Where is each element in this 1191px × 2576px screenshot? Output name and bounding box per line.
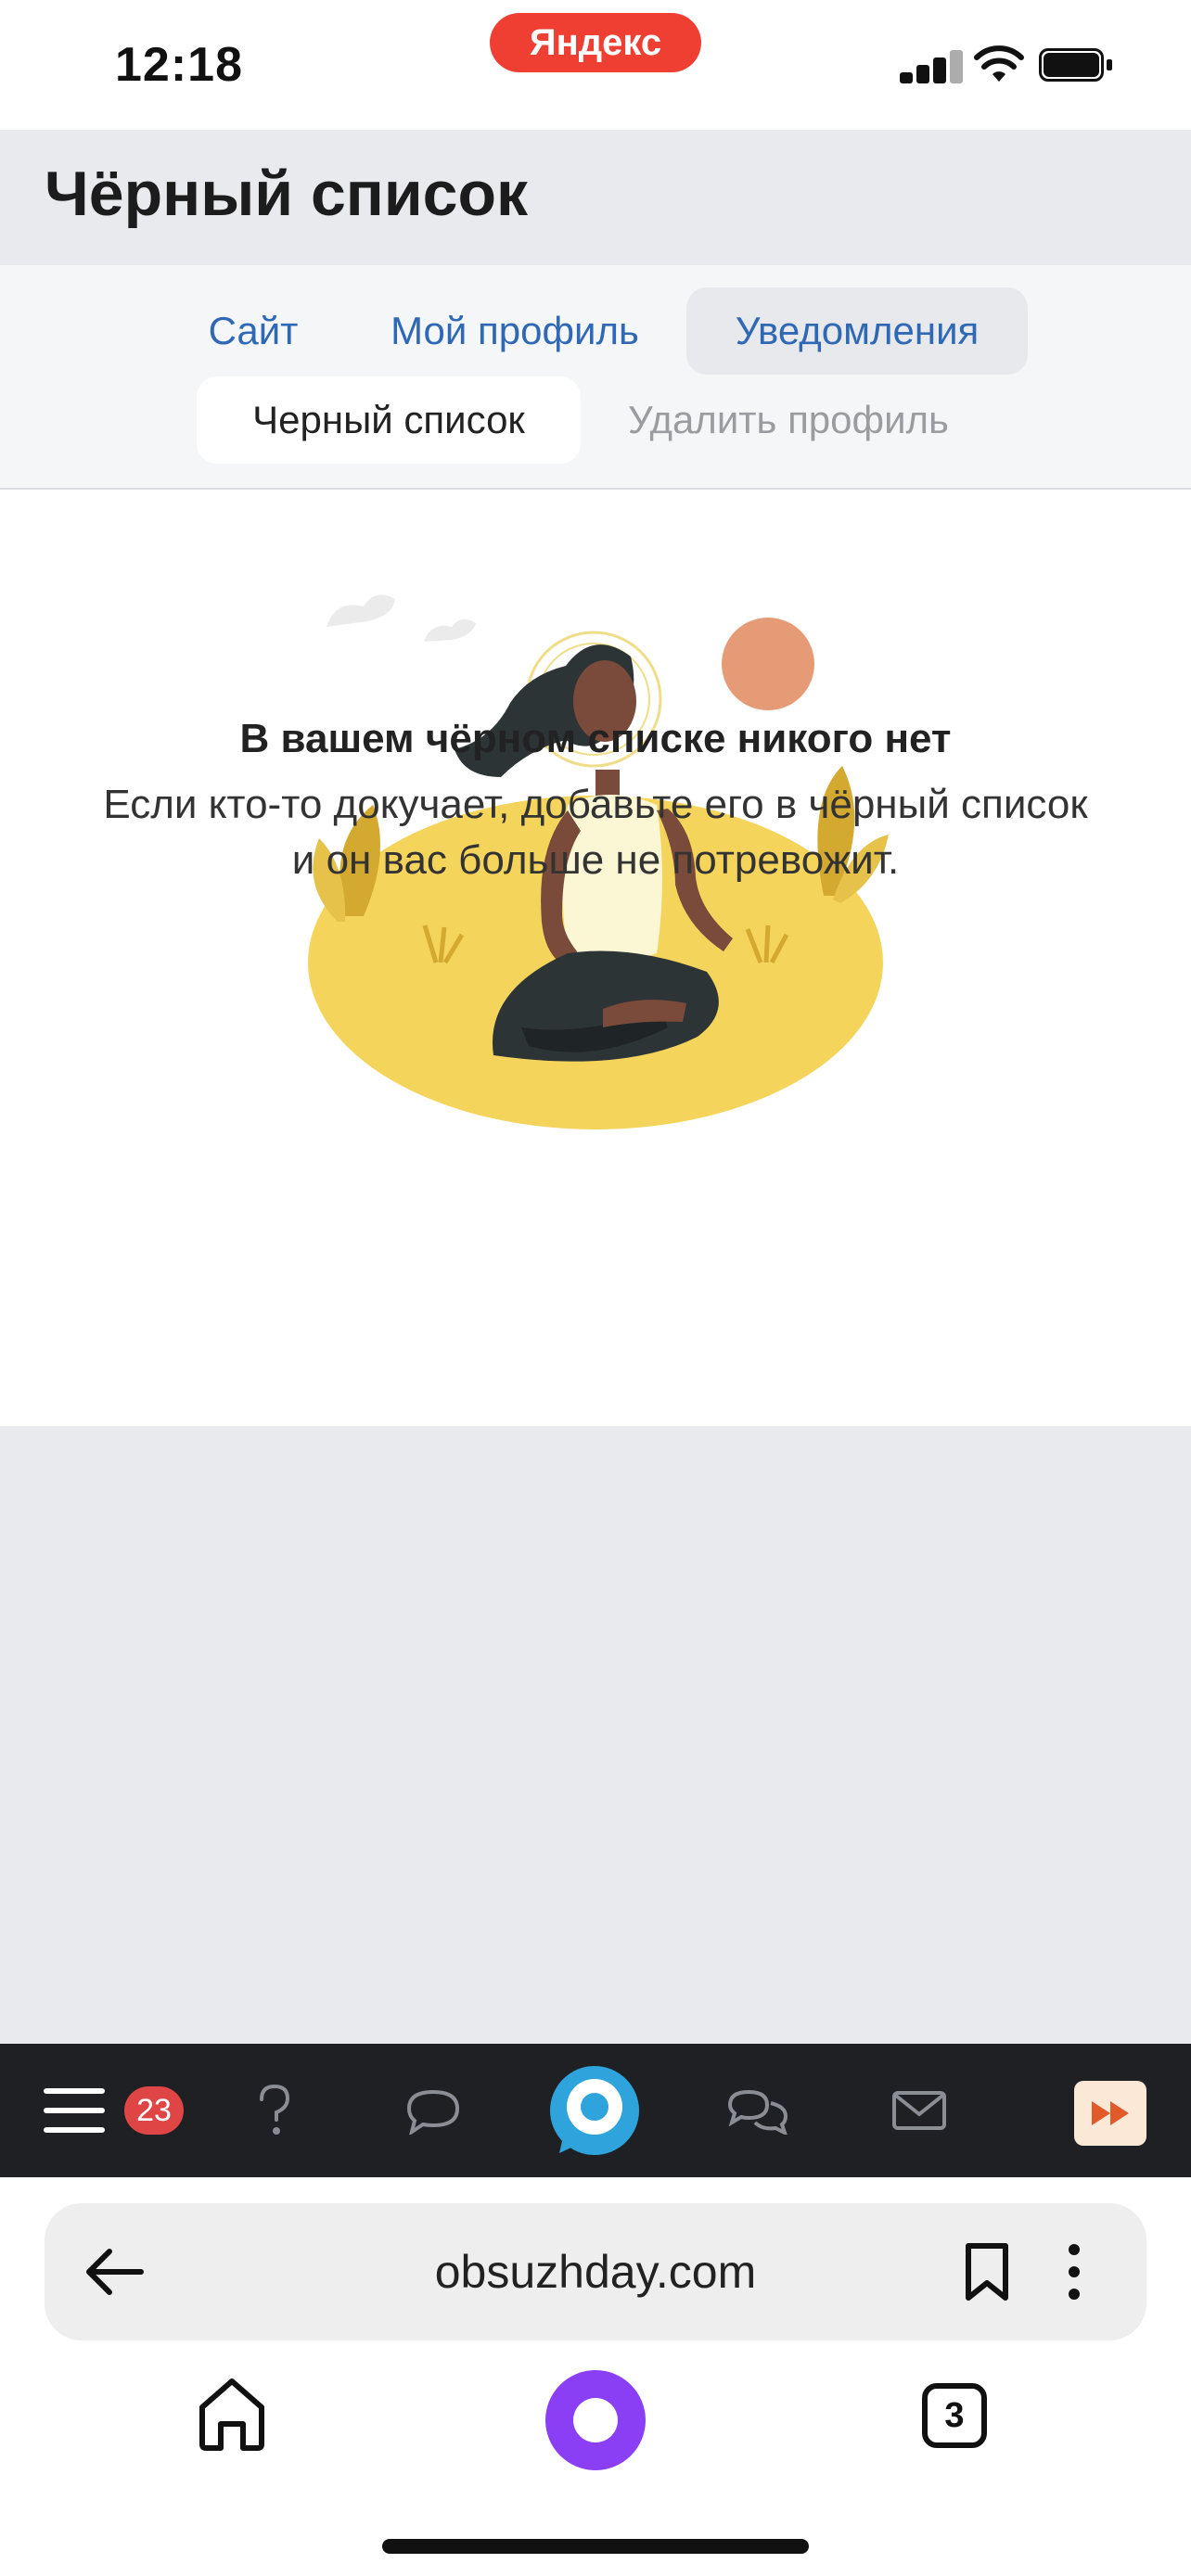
tab-site[interactable]: Сайт xyxy=(186,287,321,375)
empty-state-title: В вашем чёрном списке никого нет xyxy=(239,716,952,761)
wifi-icon xyxy=(974,45,1024,82)
battery-icon xyxy=(1039,48,1115,85)
more-options-icon[interactable] xyxy=(1065,2242,1083,2306)
home-icon[interactable] xyxy=(195,2376,269,2456)
fast-forward-icon[interactable] xyxy=(1074,2081,1146,2146)
logo-icon[interactable] xyxy=(544,2044,646,2177)
home-indicator xyxy=(382,2539,809,2554)
mail-icon[interactable] xyxy=(868,2044,970,2177)
bookmark-icon[interactable] xyxy=(963,2242,1011,2306)
site-bottom-nav: 23 xyxy=(0,2044,1191,2177)
tab-my-profile[interactable]: Мой профиль xyxy=(371,287,659,375)
chat-bubble-icon[interactable] xyxy=(382,2044,484,2177)
status-time: 12:18 xyxy=(115,38,243,92)
tab-notifications[interactable]: Уведомления xyxy=(686,287,1028,375)
page-header: Чёрный список xyxy=(0,130,1191,265)
chats-icon[interactable] xyxy=(707,2044,809,2177)
yandex-app-pill[interactable]: Яндекс xyxy=(490,13,701,72)
page-title: Чёрный список xyxy=(45,159,529,229)
empty-state-text: Если кто-то докучает, добавьте его в чёр… xyxy=(103,782,1088,883)
alice-assistant-icon[interactable] xyxy=(545,2370,646,2470)
tab-blacklist[interactable]: Черный список xyxy=(197,376,581,464)
menu-icon[interactable] xyxy=(28,2044,121,2177)
url-bar[interactable]: obsuzhday.com xyxy=(45,2203,1146,2340)
browser-chrome: obsuzhday.com 3 xyxy=(0,2177,1191,2576)
empty-state-card: В вашем чёрном списке никого нет Если кт… xyxy=(0,490,1191,1426)
tabs-count-button[interactable]: 3 xyxy=(922,2383,987,2448)
tab-delete-profile[interactable]: Удалить профиль xyxy=(616,376,961,464)
profile-tabs: Сайт Мой профиль Уведомления Черный спис… xyxy=(0,265,1191,490)
status-bar: 12:18 Яндекс xyxy=(0,0,1191,130)
menu-badge: 23 xyxy=(124,2086,184,2135)
question-icon[interactable] xyxy=(223,2044,325,2177)
cellular-signal-icon xyxy=(900,48,963,83)
